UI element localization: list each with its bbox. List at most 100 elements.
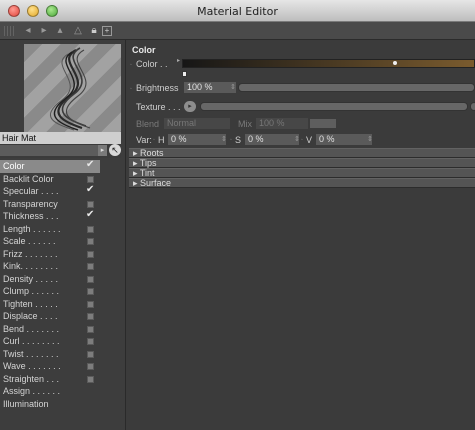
channel-item[interactable]: Specular . . . . ✔ — [0, 184, 100, 198]
channel-label: Illumination — [3, 398, 49, 409]
mix-slider[interactable] — [310, 119, 336, 128]
channel-item[interactable]: Twist . . . . . . . — [0, 348, 100, 361]
brightness-slider[interactable] — [238, 83, 475, 92]
channel-checkbox[interactable] — [87, 300, 94, 308]
channel-checkbox[interactable] — [87, 375, 94, 383]
channel-item[interactable]: Backlit Color — [0, 173, 100, 186]
title-bar: Material Editor — [0, 0, 475, 22]
channel-item[interactable]: Bend . . . . . . . — [0, 323, 100, 336]
channel-item[interactable]: Assign . . . . . . — [0, 385, 100, 398]
channel-checkbox[interactable] — [87, 200, 94, 208]
channel-item[interactable]: Clump . . . . . . — [0, 285, 100, 298]
channel-item[interactable]: Wave . . . . . . . — [0, 360, 100, 373]
channel-label: Density . . . . . — [3, 273, 59, 284]
channel-item[interactable]: Tighten . . . . . — [0, 298, 100, 311]
channel-label: Straighten . . . — [3, 373, 60, 384]
v-keyframe-dot-icon[interactable]: ◦ — [301, 137, 303, 143]
pointer-cursor-icon[interactable]: ↖ — [109, 144, 121, 156]
h-input[interactable]: 0 % — [168, 134, 226, 145]
color-keyframe-dot-icon[interactable]: ◦ — [130, 62, 132, 68]
channel-label: Curl . . . . . . . . — [3, 336, 60, 346]
h-spinner-icon[interactable]: ⇕ — [221, 135, 227, 143]
arrow-icon[interactable]: ◂ — [22, 25, 34, 37]
up-icon[interactable]: ▴ — [54, 25, 66, 37]
channel-item[interactable]: Scale . . . . . . — [0, 235, 100, 248]
channel-item[interactable]: Straighten . . . — [0, 373, 100, 386]
channel-label: Wave . . . . . . . — [3, 361, 61, 371]
channel-checkbox[interactable] — [87, 263, 94, 270]
channel-item[interactable]: Length . . . . . . — [0, 223, 100, 236]
color-gradient[interactable] — [182, 59, 475, 68]
gradient-knot-icon[interactable] — [393, 61, 397, 65]
channel-list: Color ✔ Backlit Color Specular . . . . ✔ Tran… — [0, 159, 100, 411]
channel-item[interactable]: Transparency — [0, 198, 100, 211]
fold-tint[interactable]: ▸ Tint — [129, 168, 475, 178]
channel-checkbox[interactable] — [87, 225, 94, 233]
s-input[interactable]: 0 % — [245, 134, 299, 145]
channel-checkbox-checked[interactable]: ✔ — [86, 159, 94, 172]
channel-checkbox[interactable] — [87, 363, 94, 370]
channel-checkbox[interactable] — [87, 338, 94, 345]
blend-select[interactable]: Normal — [164, 118, 230, 129]
grip-icon — [4, 26, 14, 36]
gradient-marker[interactable] — [182, 71, 187, 77]
dropdown-arrow-icon[interactable]: ▸ — [98, 145, 107, 156]
material-name-field[interactable]: Hair Mat — [0, 132, 121, 144]
channel-item[interactable]: Illumination — [0, 398, 100, 411]
channel-label: Kink. . . . . . . . — [3, 261, 59, 271]
channel-checkbox-checked[interactable]: ✔ — [86, 184, 94, 197]
fold-tips-label: Tips — [139, 158, 157, 168]
brightness-keyframe-dot-icon[interactable]: ◦ — [130, 86, 132, 92]
warning-icon[interactable]: △ — [72, 25, 84, 37]
new-window-icon[interactable]: + — [102, 26, 112, 36]
gradient-expand-icon[interactable]: ▸ — [177, 57, 180, 64]
channel-label: Assign . . . . . . — [3, 386, 61, 396]
channel-panel: Hair Mat ▸ ↖ Color ✔ Backlit Color Specular… — [0, 40, 126, 430]
channel-item[interactable]: Density . . . . . — [0, 273, 100, 286]
channel-checkbox-checked[interactable]: ✔ — [86, 209, 94, 222]
channel-item[interactable]: Thickness . . . ✔ — [0, 209, 100, 223]
texture-menu-button[interactable]: ▸ — [184, 101, 196, 112]
brightness-spinner-icon[interactable]: ⇕ — [230, 83, 236, 91]
s-label: S — [235, 135, 242, 145]
channel-label: Backlit Color — [3, 173, 54, 184]
mix-input[interactable]: 100 % — [256, 118, 308, 129]
h-keyframe-dot-icon[interactable]: ◦ — [153, 137, 155, 143]
channel-item[interactable]: Color ✔ — [0, 159, 100, 173]
fold-roots[interactable]: ▸ Roots — [129, 148, 475, 158]
v-input[interactable]: 0 % — [316, 134, 372, 145]
brightness-input[interactable]: 100 % — [184, 82, 236, 93]
blend-label: Blend — [136, 119, 160, 129]
channel-item[interactable]: Kink. . . . . . . . — [0, 260, 100, 273]
channel-label: Frizz . . . . . . . — [3, 248, 58, 259]
channel-item[interactable]: Displace . . . . — [0, 310, 100, 323]
material-select-field[interactable] — [0, 145, 98, 156]
channel-checkbox[interactable] — [87, 275, 94, 283]
channel-checkbox[interactable] — [87, 325, 94, 333]
channel-checkbox[interactable] — [87, 175, 94, 183]
s-spinner-icon[interactable]: ⇕ — [294, 135, 300, 143]
lock-icon[interactable]: 🔒︎ — [88, 25, 100, 37]
texture-field[interactable] — [200, 102, 468, 111]
channel-checkbox[interactable] — [87, 250, 94, 258]
fold-tint-label: Tint — [139, 168, 155, 178]
material-preview — [24, 44, 121, 132]
channel-label: Length . . . . . . — [3, 223, 61, 234]
texture-edit-button[interactable] — [470, 102, 475, 111]
fold-surface[interactable]: ▸ Surface — [129, 178, 475, 188]
channel-checkbox[interactable] — [87, 313, 94, 320]
arrow-right-icon[interactable]: ▸ — [38, 25, 50, 37]
s-keyframe-dot-icon[interactable]: ◦ — [230, 137, 232, 143]
channel-label: Thickness . . . — [3, 211, 59, 221]
fold-tips[interactable]: ▸ Tips — [129, 158, 475, 168]
var-label: Var: — [136, 135, 152, 145]
material-options-row: ▸ ↖ — [0, 144, 121, 158]
channel-item[interactable]: Curl . . . . . . . . — [0, 335, 100, 348]
channel-checkbox[interactable] — [87, 288, 94, 295]
channel-checkbox[interactable] — [87, 350, 94, 358]
mix-label: Mix — [238, 119, 252, 129]
channel-item[interactable]: Frizz . . . . . . . — [0, 248, 100, 261]
v-spinner-icon[interactable]: ⇕ — [367, 135, 373, 143]
texture-label: Texture . . . — [136, 102, 181, 112]
channel-checkbox[interactable] — [87, 238, 94, 245]
